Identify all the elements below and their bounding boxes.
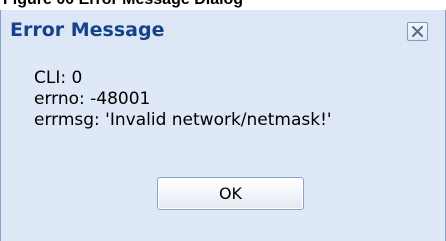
error-message: CLI: 0 errno: -48001 errmsg: 'Invalid ne… [34,68,332,131]
dialog-titlebar: Error Message [1,10,445,46]
errmsg-line: errmsg: 'Invalid network/netmask!' [34,110,332,130]
error-dialog: Error Message CLI: 0 errno: -48001 errms… [0,10,446,241]
errno-line: errno: -48001 [34,89,151,109]
close-x-icon [412,26,423,37]
figure-caption-text: Figure 00 Error Message Dialog [3,0,243,9]
close-button[interactable] [407,22,428,41]
ok-button[interactable]: OK [157,177,304,210]
figure-caption-clipped: Figure 00 Error Message Dialog [0,0,446,10]
dialog-title: Error Message [10,19,165,41]
cli-line: CLI: 0 [34,68,83,88]
